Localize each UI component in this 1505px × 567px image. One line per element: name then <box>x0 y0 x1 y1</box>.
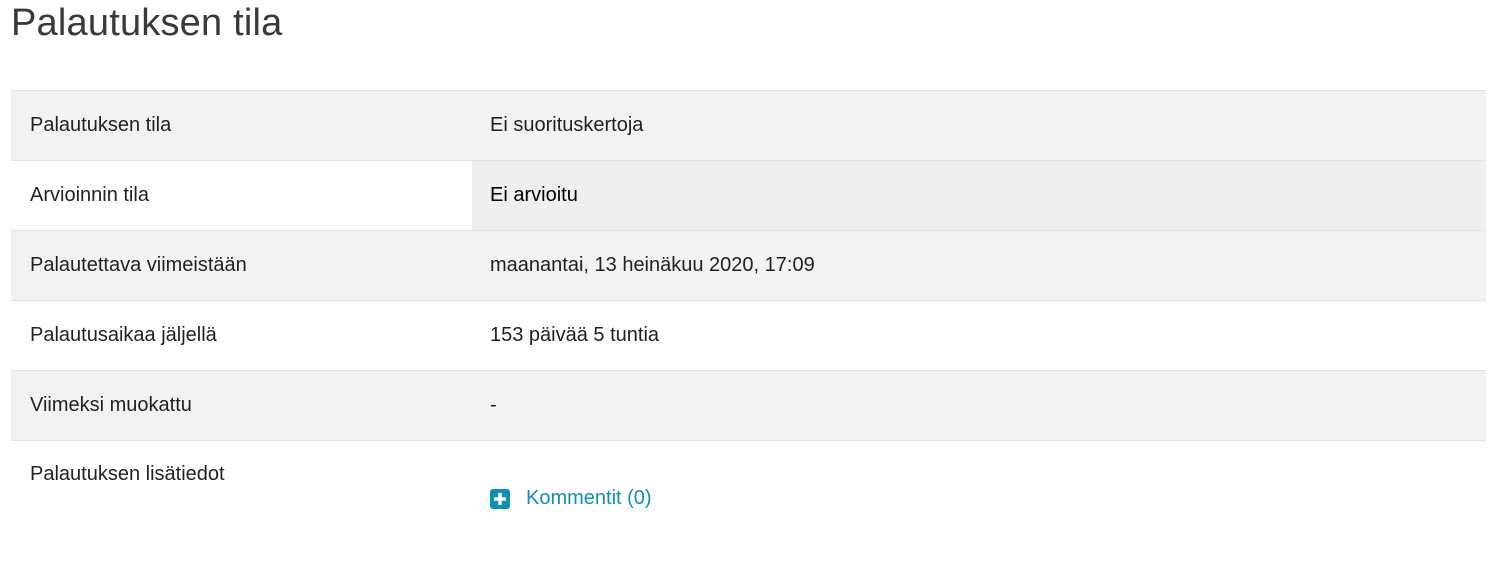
row-label: Palautettava viimeistään <box>11 231 472 301</box>
plus-square-icon <box>490 489 510 509</box>
row-value: Kommentit (0) <box>472 441 1486 567</box>
row-label: Viimeksi muokattu <box>11 371 472 441</box>
table-row-submission-comments: Palautuksen lisätiedot Kommentit (0) <box>11 441 1486 567</box>
row-value: Ei suorituskertoja <box>472 91 1486 161</box>
submission-status-table: Palautuksen tila Ei suorituskertoja Arvi… <box>11 90 1486 567</box>
comments-link[interactable]: Kommentit (0) <box>490 487 652 510</box>
row-label: Palautusaikaa jäljellä <box>11 301 472 371</box>
table-row-last-modified: Viimeksi muokattu - <box>11 371 1486 441</box>
row-value: maanantai, 13 heinäkuu 2020, 17:09 <box>472 231 1486 301</box>
row-value: Ei arvioitu <box>472 161 1486 231</box>
table-row-submission-status: Palautuksen tila Ei suorituskertoja <box>11 91 1486 161</box>
row-value: 153 päivää 5 tuntia <box>472 301 1486 371</box>
table-row-due-date: Palautettava viimeistään maanantai, 13 h… <box>11 231 1486 301</box>
page-title: Palautuksen tila <box>11 0 282 46</box>
table-row-grading-status: Arvioinnin tila Ei arvioitu <box>11 161 1486 231</box>
row-value: - <box>472 371 1486 441</box>
submission-status-page: Palautuksen tila Palautuksen tila Ei suo… <box>0 0 1505 555</box>
row-label: Palautuksen tila <box>11 91 472 161</box>
row-label: Palautuksen lisätiedot <box>11 441 472 567</box>
comments-link-label: Kommentit (0) <box>526 487 652 510</box>
row-label: Arvioinnin tila <box>11 161 472 231</box>
table-row-time-remaining: Palautusaikaa jäljellä 153 päivää 5 tunt… <box>11 301 1486 371</box>
